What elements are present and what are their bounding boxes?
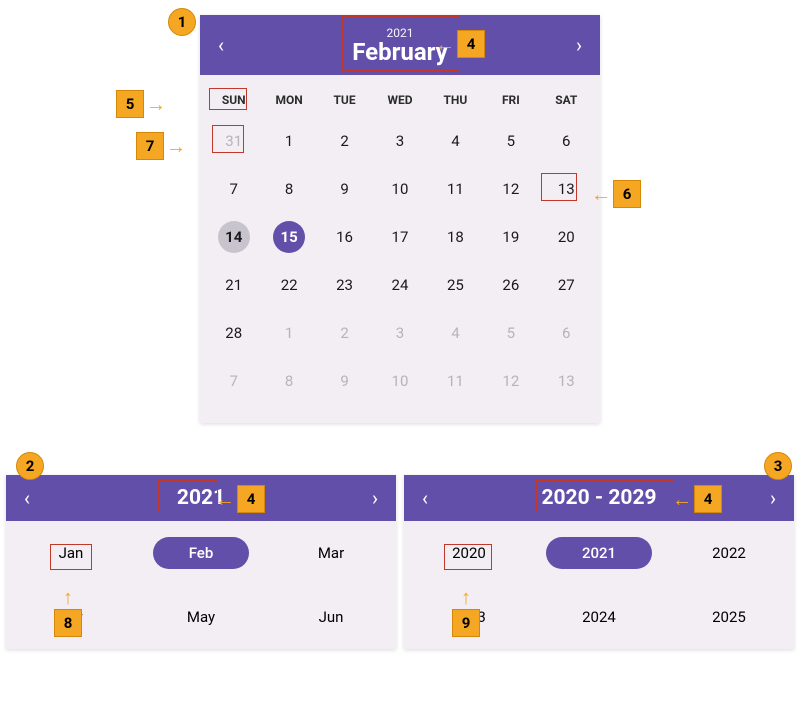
day-cell[interactable]: 20 [539, 221, 594, 253]
day-cell[interactable]: 28 [206, 317, 261, 349]
callout-4-month: ← 4 [215, 485, 265, 513]
month-cell[interactable]: May [136, 585, 266, 649]
day-cell[interactable]: 31 [206, 125, 261, 157]
day-cell[interactable]: 4 [428, 125, 483, 157]
day-cell[interactable]: 8 [261, 173, 316, 205]
arrow-left-icon: ← [215, 489, 235, 509]
arrow-left-icon: ← [591, 184, 611, 204]
month-header: ‹ 2021 › [6, 475, 396, 521]
arrow-up-icon: ↑ [461, 587, 471, 607]
day-cell[interactable]: 4 [428, 317, 483, 349]
day-cell[interactable]: 1 [261, 317, 316, 349]
callout-6: ← 6 [591, 180, 641, 208]
day-cell[interactable]: 15 [261, 221, 316, 253]
day-cell[interactable]: 13 [539, 365, 594, 397]
month-year-toggle[interactable]: 2021 February [224, 26, 576, 64]
callout-8: ↑ 8 [54, 587, 82, 637]
year-cell[interactable]: 2024 [534, 585, 664, 649]
day-cell[interactable]: 9 [317, 365, 372, 397]
year-cell[interactable]: 2025 [664, 585, 794, 649]
day-cell[interactable]: 26 [483, 269, 538, 301]
weekday-wed: WED [372, 93, 427, 107]
weekday-sat: SAT [539, 93, 594, 107]
day-cell[interactable]: 2 [317, 317, 372, 349]
arrow-right-icon: → [166, 136, 186, 156]
month-cell[interactable]: Jan [6, 521, 136, 585]
year-cell[interactable]: 2022 [664, 521, 794, 585]
next-decade-button[interactable]: › [770, 486, 776, 510]
day-cell[interactable]: 21 [206, 269, 261, 301]
day-grid: 3112345678910111213141516171819202122232… [200, 117, 600, 423]
day-cell[interactable]: 25 [428, 269, 483, 301]
month-cell[interactable]: Jun [266, 585, 396, 649]
day-cell[interactable]: 18 [428, 221, 483, 253]
weekday-fri: FRI [483, 93, 538, 107]
arrow-left-icon: ← [672, 489, 692, 509]
day-cell[interactable]: 7 [206, 365, 261, 397]
callout-7: 7 → [136, 132, 186, 160]
day-cell[interactable]: 16 [317, 221, 372, 253]
day-cell[interactable]: 9 [317, 173, 372, 205]
weekday-tue: TUE [317, 93, 372, 107]
header-year: 2021 [224, 26, 576, 40]
callout-9: ↑ 9 [452, 587, 480, 637]
year-header: ‹ 2020 - 2029 › [404, 475, 794, 521]
next-year-button[interactable]: › [372, 486, 378, 510]
day-cell[interactable]: 14 [206, 221, 261, 253]
callout-3: 3 [764, 452, 792, 480]
day-cell[interactable]: 19 [483, 221, 538, 253]
day-cell[interactable]: 6 [539, 125, 594, 157]
next-month-button[interactable]: › [576, 33, 582, 57]
day-cell[interactable]: 12 [483, 173, 538, 205]
day-cell[interactable]: 22 [261, 269, 316, 301]
day-cell[interactable]: 2 [317, 125, 372, 157]
day-cell[interactable]: 5 [483, 125, 538, 157]
day-cell[interactable]: 12 [483, 365, 538, 397]
day-cell[interactable]: 5 [483, 317, 538, 349]
year-cell[interactable]: 2020 [404, 521, 534, 585]
day-cell[interactable]: 10 [372, 173, 427, 205]
day-cell[interactable]: 1 [261, 125, 316, 157]
day-cell[interactable]: 17 [372, 221, 427, 253]
day-cell[interactable]: 27 [539, 269, 594, 301]
day-cell[interactable]: 11 [428, 173, 483, 205]
callout-4-year: ← 4 [672, 485, 722, 513]
day-cell[interactable]: 10 [372, 365, 427, 397]
day-cell[interactable]: 6 [539, 317, 594, 349]
year-cell[interactable]: 2021 [534, 521, 664, 585]
arrow-left-icon: ← [435, 34, 455, 54]
month-cell[interactable]: Mar [266, 521, 396, 585]
day-header: ‹ 2021 February › [200, 15, 600, 75]
year-toggle[interactable]: 2021 [30, 486, 372, 510]
callout-4-day: ← 4 [435, 30, 485, 58]
arrow-right-icon: → [146, 94, 166, 114]
month-cell[interactable]: Feb [136, 521, 266, 585]
callout-2: 2 [16, 452, 44, 480]
callout-1: 1 [168, 8, 196, 36]
day-cell[interactable]: 23 [317, 269, 372, 301]
day-cell[interactable]: 3 [372, 317, 427, 349]
day-cell[interactable]: 8 [261, 365, 316, 397]
arrow-up-icon: ↑ [63, 587, 73, 607]
calendar-day-panel: ‹ 2021 February › SUNMONTUEWEDTHUFRISAT … [200, 15, 600, 423]
header-month: February [224, 40, 576, 64]
weekday-sun: SUN [206, 93, 261, 107]
weekday-thu: THU [428, 93, 483, 107]
day-cell[interactable]: 11 [428, 365, 483, 397]
day-cell[interactable]: 7 [206, 173, 261, 205]
day-cell[interactable]: 3 [372, 125, 427, 157]
day-cell[interactable]: 24 [372, 269, 427, 301]
weekday-mon: MON [261, 93, 316, 107]
day-cell[interactable]: 13 [539, 173, 594, 205]
weekday-row: SUNMONTUEWEDTHUFRISAT [200, 75, 600, 117]
callout-5: 5 → [116, 90, 166, 118]
